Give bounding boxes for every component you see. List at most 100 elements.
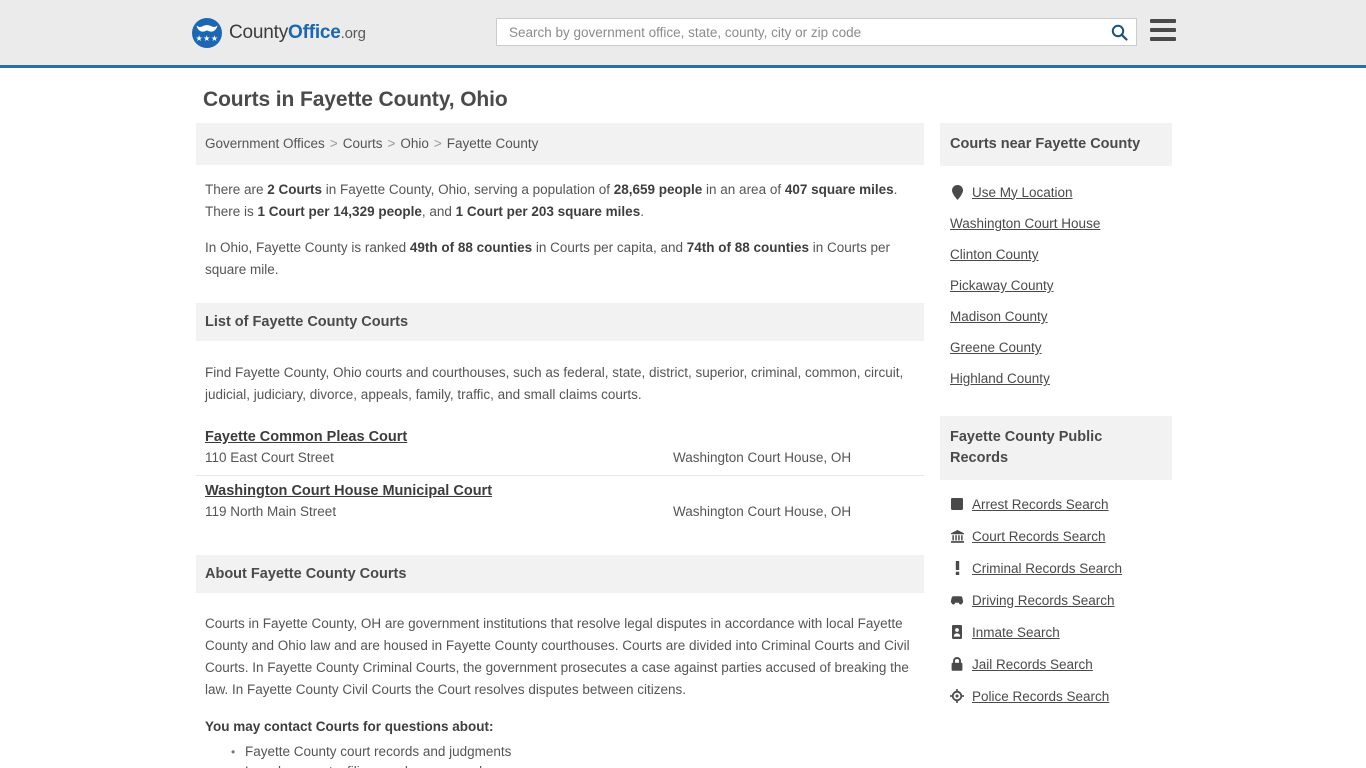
sidebar-item-label[interactable]: Clinton County xyxy=(950,247,1039,262)
list-item: Law documents, filings and case records xyxy=(231,762,924,768)
site-logo[interactable]: ★★★ CountyOffice.org xyxy=(192,17,366,48)
search-input[interactable] xyxy=(507,20,1108,44)
breadcrumb-separator: > xyxy=(329,136,338,151)
about-body-text: Courts in Fayette County, OH are governm… xyxy=(205,616,910,697)
brand-wordmark: CountyOffice.org xyxy=(229,22,366,44)
sidebar-item-pickaway-county[interactable]: Pickaway County xyxy=(940,270,1172,301)
court-address: 110 East Court Street xyxy=(205,450,334,465)
sidebar-item-washington-court-house[interactable]: Washington Court House xyxy=(940,208,1172,239)
sidebar-item-greene-county[interactable]: Greene County xyxy=(940,332,1172,363)
records-section-title: Fayette County Public Records xyxy=(950,429,1103,466)
sidebar-item-label[interactable]: Highland County xyxy=(950,371,1050,386)
sidebar-item-label[interactable]: Washington Court House xyxy=(950,216,1100,231)
court-detail: 110 East Court Street Washington Court H… xyxy=(205,450,915,465)
brand-part-org: .org xyxy=(340,24,366,42)
court-address: 119 North Main Street xyxy=(205,504,337,519)
stats-paragraph-1: There are 2 Courts in Fayette County, Oh… xyxy=(196,179,924,223)
contact-topics-list: Fayette County court records and judgmen… xyxy=(196,742,924,768)
stats-court-count: 2 Courts xyxy=(267,182,323,197)
site-header: ★★★ CountyOffice.org xyxy=(0,0,1366,68)
brand-part-county: County xyxy=(229,21,289,43)
menu-bar-2 xyxy=(1150,28,1176,32)
sidebar-item-jail-records-search[interactable]: Jail Records Search xyxy=(940,648,1172,680)
contact-lead-text: You may contact Courts for questions abo… xyxy=(205,719,494,734)
sidebar-item-label[interactable]: Greene County xyxy=(950,340,1042,355)
breadcrumb-item-courts[interactable]: Courts xyxy=(343,136,383,151)
breadcrumb-item-fayette-county[interactable]: Fayette County xyxy=(447,136,539,151)
court-name-link[interactable]: Fayette Common Pleas Court xyxy=(205,429,407,445)
sidebar: Courts near Fayette County Use My Locati… xyxy=(940,123,1172,768)
nearby-section-title: Courts near Fayette County xyxy=(950,136,1141,152)
court-name-link[interactable]: Washington Court House Municipal Court xyxy=(205,483,492,499)
sidebar-item-label[interactable]: Inmate Search xyxy=(972,625,1060,640)
list-intro-text: Find Fayette County, Ohio courts and cou… xyxy=(205,365,904,402)
sidebar-item-label[interactable]: Pickaway County xyxy=(950,278,1054,293)
stats-text: , and xyxy=(421,204,456,219)
breadcrumb-item-ohio[interactable]: Ohio xyxy=(400,136,429,151)
courthouse-icon xyxy=(950,528,964,544)
table-row[interactable]: Fayette Common Pleas Court 110 East Cour… xyxy=(196,422,924,476)
sidebar-item-highland-county[interactable]: Highland County xyxy=(940,363,1172,394)
nearby-section-header: Courts near Fayette County xyxy=(940,123,1172,166)
fingerprint-icon xyxy=(950,496,964,512)
rank-per-square-mile: 74th of 88 counties xyxy=(686,240,810,255)
sidebar-item-madison-county[interactable]: Madison County xyxy=(940,301,1172,332)
hamburger-menu-icon[interactable] xyxy=(1150,19,1176,41)
rank-text: in Courts per capita, and xyxy=(532,240,687,255)
breadcrumb-separator: > xyxy=(433,136,442,151)
logo-stars: ★★★ xyxy=(195,33,219,43)
sidebar-item-use-my-location[interactable]: Use My Location xyxy=(940,176,1172,208)
car-icon xyxy=(950,592,964,608)
id-badge-icon xyxy=(950,624,964,640)
sidebar-item-driving-records-search[interactable]: Driving Records Search xyxy=(940,584,1172,616)
rank-text: In Ohio, Fayette County is ranked xyxy=(205,240,410,255)
exclamation-icon xyxy=(950,560,964,576)
police-badge-icon xyxy=(950,688,964,704)
stats-population: 28,659 people xyxy=(613,182,703,197)
records-section-header: Fayette County Public Records xyxy=(940,416,1172,480)
sidebar-item-label[interactable]: Madison County xyxy=(950,309,1048,324)
sidebar-item-clinton-county[interactable]: Clinton County xyxy=(940,239,1172,270)
table-row[interactable]: Washington Court House Municipal Court 1… xyxy=(196,476,924,529)
sidebar-item-label[interactable]: Court Records Search xyxy=(972,529,1106,544)
court-city: Washington Court House, OH xyxy=(673,450,852,465)
court-list: Fayette Common Pleas Court 110 East Cour… xyxy=(196,422,924,529)
sidebar-item-label[interactable]: Use My Location xyxy=(972,185,1073,200)
about-section-header: About Fayette County Courts xyxy=(196,555,924,593)
eagle-seal-icon: ★★★ xyxy=(192,17,222,48)
sidebar-item-label[interactable]: Driving Records Search xyxy=(972,593,1115,608)
stats-per-capita: 1 Court per 14,329 people xyxy=(257,204,422,219)
breadcrumb-trail: Government Offices > Courts > Ohio > Fayette C… xyxy=(205,136,538,151)
content-columns: Government Offices > Courts > Ohio > Fayette C… xyxy=(0,123,1366,768)
stats-area: 407 square miles xyxy=(784,182,894,197)
records-links: Arrest Records Search Court Records Sear… xyxy=(940,488,1172,712)
about-section-title: About Fayette County Courts xyxy=(205,566,407,582)
list-section-title: List of Fayette County Courts xyxy=(205,314,409,330)
court-detail: 119 North Main Street Washington Court H… xyxy=(205,504,915,519)
breadcrumb-item-government-offices[interactable]: Government Offices xyxy=(205,136,325,151)
sidebar-item-label[interactable]: Jail Records Search xyxy=(972,657,1093,672)
map-pin-icon xyxy=(950,184,964,200)
lock-icon xyxy=(950,656,964,672)
search-bar[interactable] xyxy=(496,18,1137,46)
sidebar-item-label[interactable]: Arrest Records Search xyxy=(972,497,1109,512)
page-title: Courts in Fayette County, Ohio xyxy=(203,88,508,111)
search-icon[interactable] xyxy=(1108,21,1130,43)
breadcrumb: Government Offices > Courts > Ohio > Fayette C… xyxy=(196,123,924,165)
court-city: Washington Court House, OH xyxy=(673,504,852,519)
menu-bar-1 xyxy=(1150,19,1176,23)
list-section-header: List of Fayette County Courts xyxy=(196,303,924,341)
sidebar-item-court-records-search[interactable]: Court Records Search xyxy=(940,520,1172,552)
breadcrumb-separator: > xyxy=(387,136,396,151)
sidebar-item-police-records-search[interactable]: Police Records Search xyxy=(940,680,1172,712)
sidebar-item-arrest-records-search[interactable]: Arrest Records Search xyxy=(940,488,1172,520)
rank-per-capita: 49th of 88 counties xyxy=(409,240,533,255)
sidebar-item-label[interactable]: Criminal Records Search xyxy=(972,561,1122,576)
sidebar-item-inmate-search[interactable]: Inmate Search xyxy=(940,616,1172,648)
sidebar-item-label[interactable]: Police Records Search xyxy=(972,689,1109,704)
sidebar-item-criminal-records-search[interactable]: Criminal Records Search xyxy=(940,552,1172,584)
stats-text: . xyxy=(640,204,644,219)
brand-part-office: Office xyxy=(288,21,341,43)
stats-text: There are xyxy=(205,182,268,197)
stats-text: in an area of xyxy=(702,182,785,197)
